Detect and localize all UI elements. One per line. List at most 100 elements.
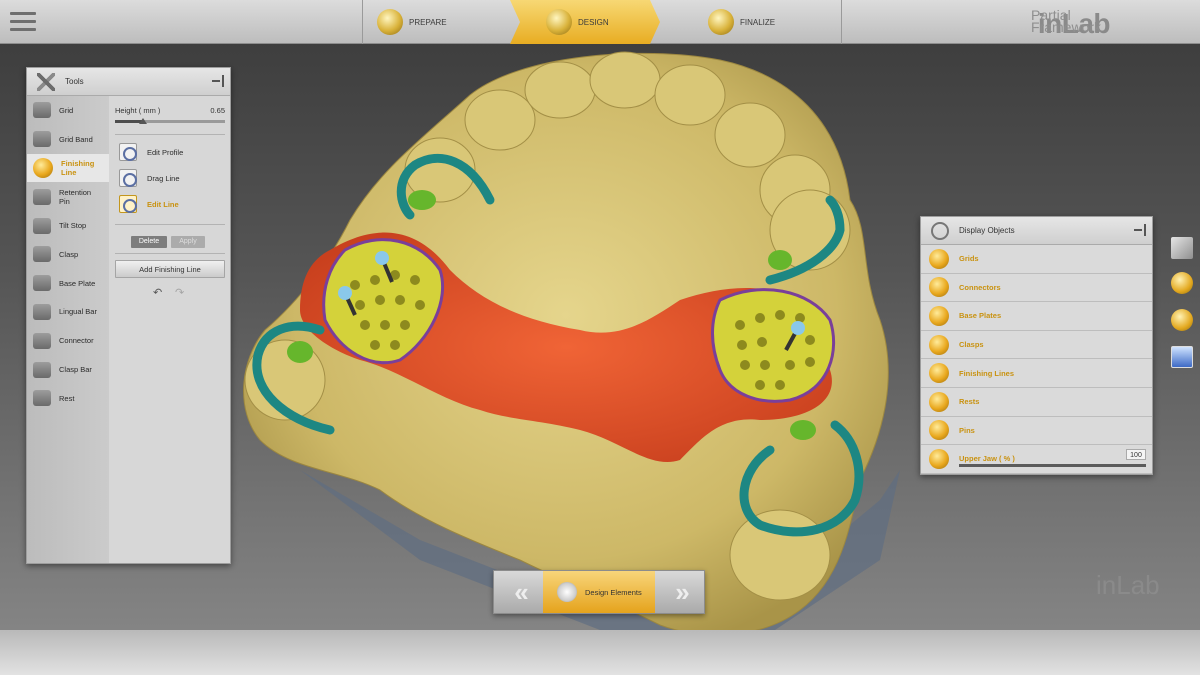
tool-connector[interactable]: Connector [27,326,109,355]
tool-label: Connector [59,336,94,346]
design-elements-label: Design Elements [585,587,642,597]
tool-finishing-line[interactable]: Finishing Line [27,153,109,183]
rest-icon [33,390,51,407]
display-objects-title: Display Objects [959,226,1015,235]
retention-pin-icon [33,188,51,205]
connectors-icon [929,277,949,298]
tools-panel: Tools Grid Grid Band Finishing Line Rete… [26,67,231,564]
upper-jaw-row[interactable]: Upper Jaw ( % ) 100 [921,445,1152,474]
display-objects-panel: Display Objects Grids Connectors Base Pl… [920,216,1153,475]
option-label: Edit Line [147,199,179,209]
tool-label: Grid [59,105,74,115]
design-elements-nav: « Design Elements » [493,570,705,614]
height-label: Height ( mm ) [115,106,161,115]
toggle-finishing-lines[interactable]: Finishing Lines [921,359,1152,388]
tool-label: Base Plate [59,278,96,288]
undo-icon[interactable]: ↶ [153,286,162,299]
tool-label: Lingual Bar [59,307,97,317]
tool-grid[interactable]: Grid [27,96,109,125]
display-objects-header: Display Objects [921,217,1152,245]
upper-jaw-label: Upper Jaw ( % ) [959,454,1015,464]
tool-list: Grid Grid Band Finishing Line Retention … [27,96,109,563]
tool-retention-pin[interactable]: Retention Pin [27,182,109,211]
design-elements-icon [557,582,577,602]
edit-line-icon [119,195,137,213]
grid-icon [33,102,51,119]
divider [115,224,225,225]
tool-grid-band[interactable]: Grid Band [27,125,109,154]
tilt-stop-icon [33,217,51,234]
tools-title: Tools [65,77,84,86]
finishing-lines-icon [929,363,949,384]
next-button[interactable]: » [655,571,704,613]
toggle-connectors[interactable]: Connectors [921,273,1152,303]
clasps-icon [929,334,949,355]
toggle-clasps[interactable]: Clasps [921,330,1152,360]
divider [115,253,225,254]
toggle-pins[interactable]: Pins [921,416,1152,446]
tool-clasp-bar[interactable]: Clasp Bar [27,355,109,384]
edit-line-option[interactable]: Edit Line [119,195,179,213]
divider [115,134,225,135]
toggle-base-plates[interactable]: Base Plates [921,302,1152,331]
connector-icon [33,332,51,349]
drag-line-option[interactable]: Drag Line [119,169,180,187]
object-label: Clasps [959,340,984,350]
tool-lingual-bar[interactable]: Lingual Bar [27,298,109,327]
height-row: Height ( mm ) 0.65 [115,106,225,115]
tools-icon [37,72,55,91]
height-value[interactable]: 0.65 [210,106,225,115]
rests-icon [929,391,949,412]
edit-profile-icon [119,143,137,161]
clasp-bar-icon [33,361,51,378]
edit-profile-option[interactable]: Edit Profile [119,143,183,161]
finishing-line-icon [33,157,53,178]
clasp-icon [33,246,51,263]
object-label: Base Plates [959,311,1002,321]
tool-base-plate[interactable]: Base Plate [27,269,109,298]
previous-button[interactable]: « [494,571,543,613]
tool-options: Height ( mm ) 0.65 Edit Profile Drag Lin… [109,96,230,563]
tool-rest[interactable]: Rest [27,384,109,413]
drag-line-icon [119,169,137,187]
object-label: Pins [959,425,975,435]
object-label: Connectors [959,282,1001,292]
base-plates-icon [929,305,949,326]
redo-icon[interactable]: ↷ [175,286,184,299]
toggle-grids[interactable]: Grids [921,245,1152,274]
tool-label: Clasp Bar [59,365,92,375]
view-cube-icon[interactable] [1171,237,1193,259]
screenshot-icon[interactable] [1171,346,1193,368]
bottom-bar [0,630,1200,675]
tools-header: Tools [27,68,230,96]
height-slider[interactable] [115,118,225,124]
measure-icon[interactable] [1171,309,1193,331]
add-finishing-line-button[interactable]: Add Finishing Line [115,260,225,278]
tool-tilt-stop[interactable]: Tilt Stop [27,211,109,240]
delete-button[interactable]: Delete [131,236,167,248]
upper-jaw-value[interactable]: 100 [1126,449,1146,461]
option-label: Edit Profile [147,147,184,157]
upper-jaw-slider[interactable] [959,464,1146,468]
apply-button[interactable]: Apply [171,236,205,248]
tool-clasp[interactable]: Clasp [27,240,109,269]
object-label: Finishing Lines [959,368,1015,378]
retention-mesh-right [711,288,836,403]
grids-icon [929,248,949,269]
lingual-bar-icon [33,303,51,320]
option-label: Drag Line [147,173,180,183]
watermark-logo: inLab [1096,570,1160,600]
toggle-rests[interactable]: Rests [921,387,1152,417]
tool-label: Retention Pin [59,187,92,206]
height-slider-thumb[interactable] [138,118,147,124]
design-elements-button[interactable]: Design Elements [543,571,655,613]
magic-wand-icon[interactable] [1171,272,1193,294]
tool-label: Grid Band [59,134,93,144]
pins-icon [929,420,949,441]
tool-label: Tilt Stop [59,221,87,231]
grid-band-icon [33,131,51,148]
pin-panel-icon[interactable] [212,75,224,87]
tool-label: Rest [59,393,75,403]
pin-panel-icon[interactable] [1134,224,1146,236]
display-objects-icon [931,221,949,240]
